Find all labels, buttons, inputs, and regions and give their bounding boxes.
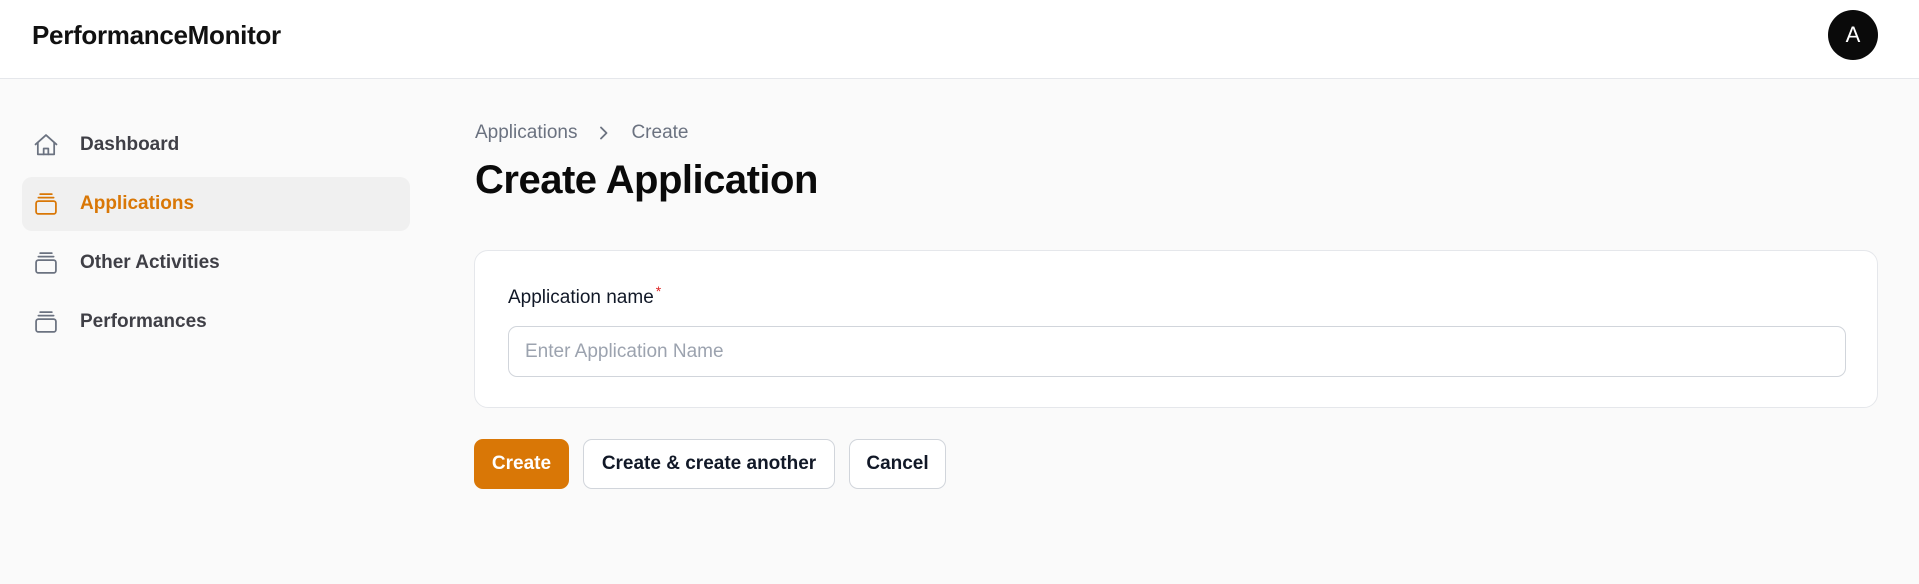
- breadcrumb: Applications Create: [475, 122, 688, 144]
- form-card: Application name *: [474, 250, 1878, 408]
- sidebar-item-label: Applications: [80, 193, 195, 214]
- breadcrumb-current: Create: [631, 122, 689, 143]
- sidebar-item-performances[interactable]: Performances: [22, 295, 410, 349]
- field-label-text: Application name: [508, 287, 654, 308]
- sidebar: Dashboard Applications Other Activities: [22, 118, 410, 354]
- application-name-label: Application name *: [508, 283, 661, 309]
- home-icon: [32, 131, 60, 159]
- brand-logo[interactable]: PerformanceMonitor: [32, 20, 281, 51]
- sidebar-item-dashboard[interactable]: Dashboard: [22, 118, 410, 172]
- cancel-button[interactable]: Cancel: [849, 439, 946, 489]
- page-title: Create Application: [475, 158, 818, 202]
- chevron-right-icon: [597, 125, 611, 141]
- form-actions: Create Create & create another Cancel: [474, 439, 960, 489]
- stack-icon: [32, 308, 60, 336]
- stack-icon: [32, 249, 60, 277]
- breadcrumb-applications-link[interactable]: Applications: [475, 122, 577, 144]
- sidebar-item-label: Dashboard: [80, 134, 180, 155]
- user-avatar[interactable]: A: [1828, 10, 1878, 60]
- sidebar-item-other-activities[interactable]: Other Activities: [22, 236, 410, 290]
- sidebar-item-label: Performances: [80, 311, 207, 332]
- top-bar: PerformanceMonitor A: [0, 0, 1919, 79]
- sidebar-item-applications[interactable]: Applications: [22, 177, 410, 231]
- create-and-create-another-button[interactable]: Create & create another: [583, 439, 835, 489]
- sidebar-item-label: Other Activities: [80, 252, 220, 273]
- stack-icon: [32, 190, 60, 218]
- application-name-input[interactable]: [508, 326, 1846, 377]
- create-button[interactable]: Create: [474, 439, 569, 489]
- required-mark: *: [655, 283, 662, 299]
